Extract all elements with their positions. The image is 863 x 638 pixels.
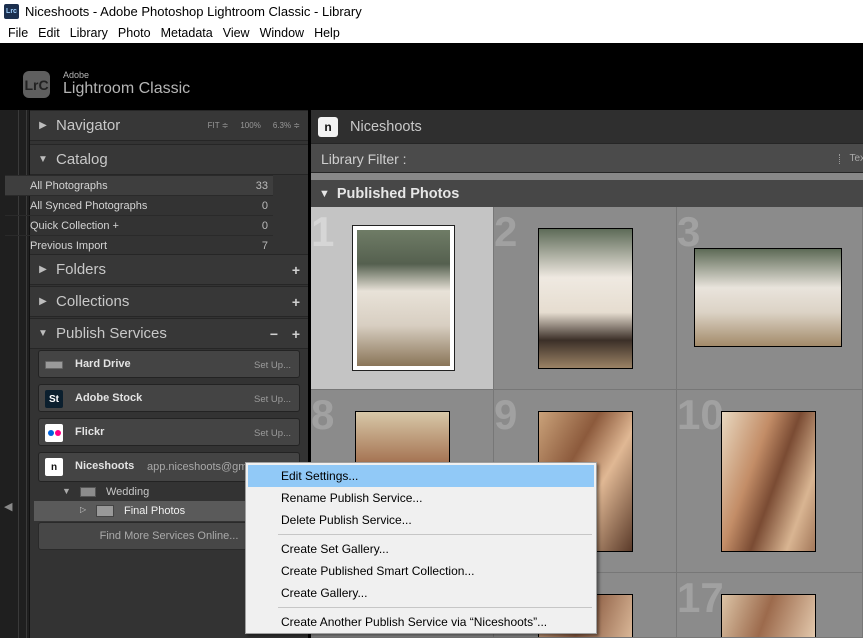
menu-bar: File Edit Library Photo Metadata View Wi… — [0, 23, 863, 43]
menu-file[interactable]: File — [3, 26, 33, 40]
menu-separator — [278, 534, 592, 535]
folders-label: Folders — [56, 261, 107, 278]
setup-button[interactable]: Set Up... — [254, 394, 291, 405]
menu-create-another-publish-service[interactable]: Create Another Publish Service via “Nice… — [248, 611, 594, 633]
add-folder-icon[interactable]: + — [292, 262, 300, 278]
set-name: Wedding — [106, 486, 150, 498]
cell-index: 2 — [494, 208, 518, 255]
collapse-left-icon[interactable]: ◀ — [4, 500, 12, 513]
menu-create-set-gallery[interactable]: Create Set Gallery... — [248, 538, 594, 560]
service-name: Flickr — [75, 426, 105, 438]
brand-lightroom-classic: Lightroom Classic — [63, 80, 191, 97]
photo-thumbnail[interactable] — [721, 411, 816, 552]
published-collection-icon — [96, 505, 114, 517]
collection-set-icon — [80, 487, 96, 497]
window-title: Niceshoots - Adobe Photoshop Lightroom C… — [25, 4, 362, 19]
menu-create-smart-collection[interactable]: Create Published Smart Collection... — [248, 560, 594, 582]
collapse-triangle-icon: ▼ — [38, 328, 48, 339]
niceshoots-logo-icon: n — [318, 116, 338, 137]
service-adobe-stock[interactable]: St Adobe Stock Set Up... — [38, 384, 300, 412]
flickr-icon — [45, 424, 63, 442]
menu-window[interactable]: Window — [255, 26, 309, 40]
photo-thumbnail[interactable] — [352, 225, 455, 371]
collections-header[interactable]: ▶ Collections + — [30, 286, 308, 317]
grid-cell[interactable]: 10 — [677, 390, 863, 573]
cell-index: 10 — [677, 391, 724, 438]
add-service-icon[interactable]: + — [292, 326, 300, 342]
adobe-stock-icon: St — [45, 390, 63, 408]
expand-triangle-icon: ▶ — [39, 264, 47, 275]
collapse-triangle-icon: ▼ — [62, 486, 71, 496]
menu-help[interactable]: Help — [309, 26, 345, 40]
collapse-triangle-icon: ▼ — [319, 187, 330, 200]
photo-thumbnail[interactable] — [694, 248, 842, 347]
grid-cell[interactable]: 3 — [677, 207, 863, 390]
filter-text-tab[interactable]: Tex — [839, 153, 863, 164]
menu-edit-settings[interactable]: Edit Settings... — [248, 465, 594, 487]
brand-adobe: Adobe — [63, 70, 90, 80]
context-menu: Edit Settings... Rename Publish Service.… — [245, 462, 597, 634]
grid-cell[interactable]: 2 — [494, 207, 677, 390]
menu-library[interactable]: Library — [65, 26, 113, 40]
menu-photo[interactable]: Photo — [113, 26, 156, 40]
niceshoots-icon: n — [45, 458, 63, 476]
menu-edit[interactable]: Edit — [33, 26, 65, 40]
service-name: Hard Drive — [75, 358, 131, 370]
service-name: Niceshoots — [75, 460, 135, 472]
published-photos-header[interactable]: ▼ Published Photos — [311, 180, 863, 207]
photo-thumbnail[interactable] — [538, 228, 633, 369]
photo-thumbnail[interactable] — [721, 594, 816, 637]
menu-delete-publish-service[interactable]: Delete Publish Service... — [248, 509, 594, 531]
service-title-bar: n Niceshoots — [311, 110, 863, 143]
cell-index: 9 — [494, 391, 518, 438]
menu-metadata[interactable]: Metadata — [156, 26, 218, 40]
menu-view[interactable]: View — [218, 26, 255, 40]
published-photos-label: Published Photos — [336, 185, 460, 202]
remove-service-icon[interactable]: − — [270, 326, 278, 342]
cell-index: 1 — [311, 208, 335, 255]
add-collection-icon[interactable]: + — [292, 294, 300, 310]
menu-create-gallery[interactable]: Create Gallery... — [248, 582, 594, 604]
publish-services-label: Publish Services — [56, 325, 167, 342]
folders-header[interactable]: ▶ Folders + — [30, 254, 308, 285]
expand-triangle-icon: ▷ — [80, 505, 87, 514]
lrc-logo: LrC — [23, 71, 50, 98]
setup-button[interactable]: Set Up... — [254, 428, 291, 439]
cell-index: 3 — [677, 208, 701, 255]
service-title: Niceshoots — [350, 118, 422, 135]
service-flickr[interactable]: Flickr Set Up... — [38, 418, 300, 446]
cell-index: 17 — [677, 574, 724, 621]
service-name: Adobe Stock — [75, 392, 143, 404]
service-hard-drive[interactable]: Hard Drive Set Up... — [38, 350, 300, 378]
library-filter-bar: Library Filter : Tex — [311, 143, 863, 173]
menu-rename-publish-service[interactable]: Rename Publish Service... — [248, 487, 594, 509]
cell-index: 8 — [311, 391, 335, 438]
lightroom-app-icon: Lrc — [4, 4, 19, 19]
library-filter-label: Library Filter : — [321, 151, 407, 167]
publish-services-header[interactable]: ▼ Publish Services − + — [30, 318, 308, 349]
identity-plate: LrC Adobe Lightroom Classic — [0, 43, 863, 110]
grid-cell[interactable]: 1 — [311, 207, 494, 390]
window-titlebar: Lrc Niceshoots - Adobe Photoshop Lightro… — [0, 0, 863, 23]
expand-triangle-icon: ▶ — [39, 296, 47, 307]
grid-cell[interactable]: 17 — [677, 573, 863, 638]
gallery-name: Final Photos — [124, 505, 186, 517]
setup-button[interactable]: Set Up... — [254, 360, 291, 371]
menu-separator — [278, 607, 592, 608]
hard-drive-icon — [45, 356, 63, 374]
collections-label: Collections — [56, 293, 130, 310]
